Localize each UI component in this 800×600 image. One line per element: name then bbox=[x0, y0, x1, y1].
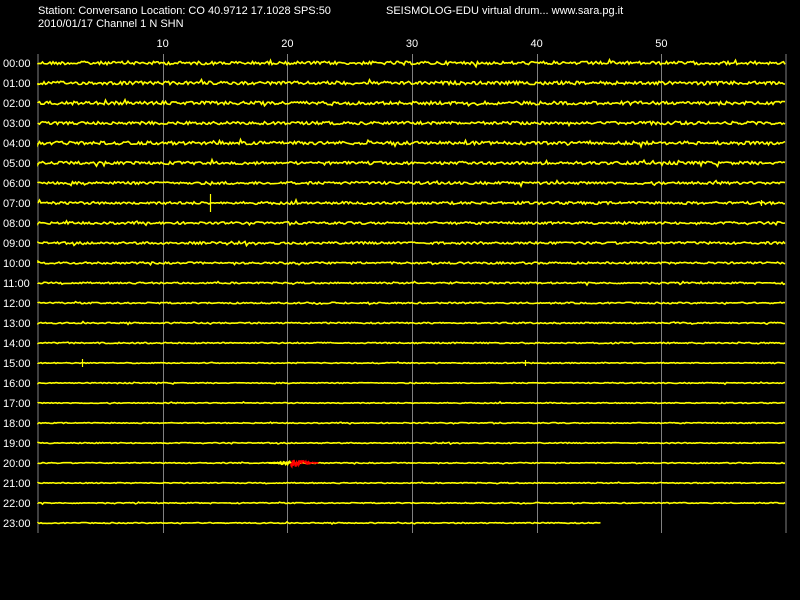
trace-line bbox=[37, 400, 786, 405]
hour-label: 21:00 bbox=[3, 478, 31, 490]
trace-line bbox=[37, 240, 786, 248]
trace-line bbox=[37, 421, 786, 425]
hour-label: 12:00 bbox=[3, 298, 31, 310]
trace-line bbox=[37, 461, 785, 465]
hour-label: 02:00 bbox=[3, 98, 31, 110]
trace-line bbox=[37, 259, 786, 267]
hour-label: 18:00 bbox=[3, 418, 31, 430]
trace-rows bbox=[37, 57, 786, 526]
hour-label: 01:00 bbox=[3, 78, 31, 90]
hour-label: 05:00 bbox=[3, 158, 31, 170]
trace-line bbox=[37, 77, 786, 87]
hour-label: 03:00 bbox=[3, 118, 31, 130]
hour-label: 11:00 bbox=[3, 278, 30, 290]
chart-grid bbox=[37, 54, 787, 533]
trace-line bbox=[37, 520, 601, 526]
trace-line bbox=[37, 361, 786, 365]
hour-label: 13:00 bbox=[3, 318, 31, 330]
x-tick-label: 20 bbox=[281, 38, 293, 50]
trace-line bbox=[37, 219, 786, 227]
trace-line bbox=[37, 120, 786, 128]
x-tick-label: 30 bbox=[406, 38, 418, 50]
trace-line bbox=[37, 179, 786, 189]
hour-label: 23:00 bbox=[3, 518, 31, 530]
hour-label: 07:00 bbox=[3, 198, 31, 210]
hour-label: 06:00 bbox=[3, 178, 31, 190]
trace-line bbox=[37, 341, 786, 345]
trace-line bbox=[37, 300, 786, 306]
trace-line bbox=[37, 197, 786, 206]
trace-line bbox=[37, 280, 786, 287]
trace-line bbox=[37, 57, 786, 69]
seismogram-drum-chart: 10 20 30 40 50 00:00 01:00 02:00 03:00 04:00 05:0… bbox=[3, 38, 787, 533]
x-tick-label: 50 bbox=[655, 38, 667, 50]
hour-label: 04:00 bbox=[3, 138, 31, 150]
trace-line bbox=[37, 501, 786, 506]
hour-labels: 00:00 01:00 02:00 03:00 04:00 05:00 06:00 07:00… bbox=[3, 58, 31, 530]
event-coda bbox=[290, 459, 319, 469]
hour-label: 16:00 bbox=[3, 378, 31, 390]
trace-line bbox=[37, 137, 786, 150]
hour-label: 17:00 bbox=[3, 398, 31, 410]
trace-line bbox=[37, 481, 786, 485]
trace-line bbox=[37, 97, 786, 108]
hour-label: 14:00 bbox=[3, 338, 31, 350]
hour-label: 15:00 bbox=[3, 358, 31, 370]
hour-label: 08:00 bbox=[3, 218, 31, 230]
x-tick-label: 10 bbox=[157, 38, 169, 50]
x-tick-label: 40 bbox=[531, 38, 543, 50]
trace-line bbox=[37, 320, 786, 326]
x-tick-labels: 10 20 30 40 50 bbox=[157, 38, 668, 50]
trace-line bbox=[37, 441, 786, 446]
hour-label: 00:00 bbox=[3, 58, 31, 70]
hour-label: 22:00 bbox=[3, 498, 31, 510]
hour-label: 19:00 bbox=[3, 438, 31, 450]
trace-line bbox=[37, 157, 786, 168]
event-onset bbox=[268, 460, 292, 467]
trace-line bbox=[37, 381, 786, 386]
hour-label: 10:00 bbox=[3, 258, 31, 270]
hour-label: 09:00 bbox=[3, 238, 31, 250]
hour-label: 20:00 bbox=[3, 458, 31, 470]
